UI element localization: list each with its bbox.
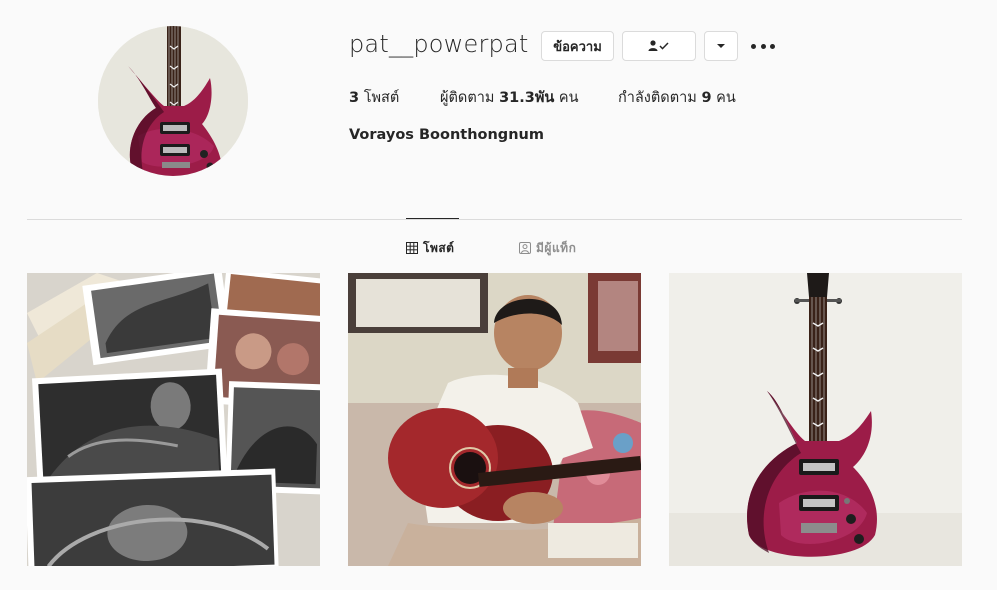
posts-label: โพสต์ bbox=[359, 90, 400, 106]
more-dot-icon bbox=[760, 43, 766, 49]
followers-label: ผู้ติดตาม bbox=[440, 90, 500, 106]
guitar-avatar-image bbox=[98, 26, 248, 176]
followers-stat[interactable]: ผู้ติดตาม 31.3พัน คน bbox=[440, 86, 579, 109]
boy-with-acoustic-guitar-photo bbox=[348, 273, 641, 566]
profile-username: pat__powerpat bbox=[349, 30, 529, 58]
tabs-divider bbox=[27, 219, 962, 220]
more-dot-icon bbox=[751, 43, 756, 49]
following-status-button[interactable] bbox=[622, 31, 696, 61]
post-tile[interactable] bbox=[669, 273, 962, 566]
tattoo-drawings-photo bbox=[27, 273, 320, 566]
profile-full-name: Vorayos Boonthongnum bbox=[349, 127, 544, 143]
person-check-icon bbox=[648, 40, 669, 51]
more-options-button[interactable] bbox=[751, 38, 775, 54]
electric-guitar-photo bbox=[669, 273, 962, 566]
tab-tagged[interactable]: มีผู้แท็ก bbox=[519, 240, 576, 256]
active-tab-indicator bbox=[406, 218, 459, 219]
more-dot-icon bbox=[770, 43, 775, 49]
grid-icon bbox=[406, 242, 418, 254]
tab-posts[interactable]: โพสต์ bbox=[406, 240, 454, 256]
following-suffix: คน bbox=[711, 90, 736, 106]
tab-posts-label: โพสต์ bbox=[423, 240, 455, 255]
posts-count: 3 bbox=[349, 90, 360, 106]
tagged-icon bbox=[519, 242, 531, 254]
profile-avatar[interactable] bbox=[98, 26, 248, 176]
followers-count: 31.3พัน bbox=[499, 90, 555, 106]
posts-stat: 3 โพสต์ bbox=[349, 86, 399, 109]
profile-page: pat__powerpat ข้อความ 3 โพสต์ ผู้ติดตาม … bbox=[0, 0, 997, 590]
following-stat[interactable]: กำลังติดตาม 9 คน bbox=[618, 86, 736, 109]
following-count: 9 bbox=[701, 90, 712, 106]
caret-down-icon bbox=[717, 44, 725, 48]
tab-tagged-label: มีผู้แท็ก bbox=[536, 240, 577, 255]
followers-suffix: คน bbox=[554, 90, 579, 106]
following-label: กำลังติดตาม bbox=[618, 90, 702, 106]
post-tile[interactable] bbox=[27, 273, 320, 566]
suggested-dropdown-button[interactable] bbox=[704, 31, 738, 61]
post-tile[interactable] bbox=[348, 273, 641, 566]
message-button[interactable]: ข้อความ bbox=[541, 31, 614, 61]
